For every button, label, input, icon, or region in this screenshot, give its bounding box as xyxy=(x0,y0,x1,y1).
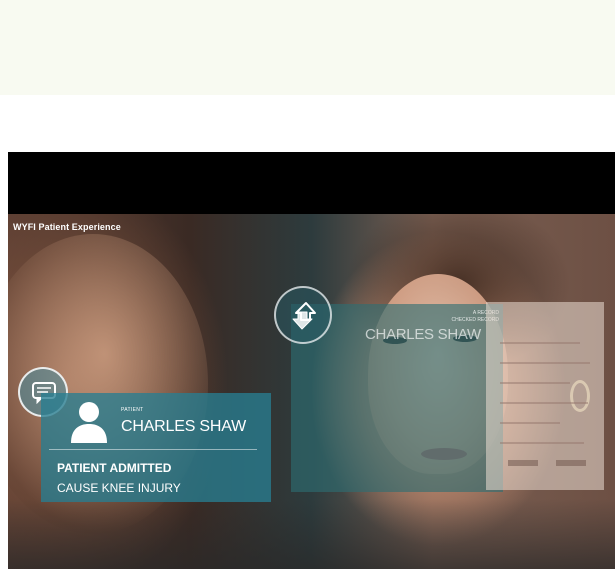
admission-status: PATIENT ADMITTED xyxy=(57,461,171,475)
person-icon xyxy=(71,402,107,443)
document-line xyxy=(500,362,590,364)
document-line xyxy=(500,422,560,424)
top-band xyxy=(0,0,615,95)
document-line xyxy=(500,342,580,344)
transfer-button[interactable] xyxy=(274,286,332,344)
transfer-arrows-icon xyxy=(292,302,316,330)
bottom-shade xyxy=(8,499,615,569)
video-title[interactable]: WYFI Patient Experience xyxy=(13,222,121,232)
patient-card: PATIENT CHARLES SHAW PATIENT ADMITTED CA… xyxy=(41,393,271,502)
patient-label: PATIENT xyxy=(121,407,144,413)
document-button xyxy=(508,460,538,466)
card-divider xyxy=(49,449,257,450)
document-line xyxy=(500,382,570,384)
letterbox-bar xyxy=(8,152,615,214)
record-patient-name: CHARLES SHAW xyxy=(365,326,481,343)
document-line xyxy=(500,442,584,444)
admission-cause: CAUSE KNEE INJURY xyxy=(57,481,181,495)
patient-name: CHARLES SHAW xyxy=(121,418,247,435)
video-player[interactable]: WYFI Patient Experience PATIENT CHARLES … xyxy=(8,152,615,569)
document-button xyxy=(556,460,586,466)
admission-status-text: PATIENT ADMITTED xyxy=(57,461,172,475)
document-panel xyxy=(486,302,604,490)
document-line xyxy=(500,402,588,404)
